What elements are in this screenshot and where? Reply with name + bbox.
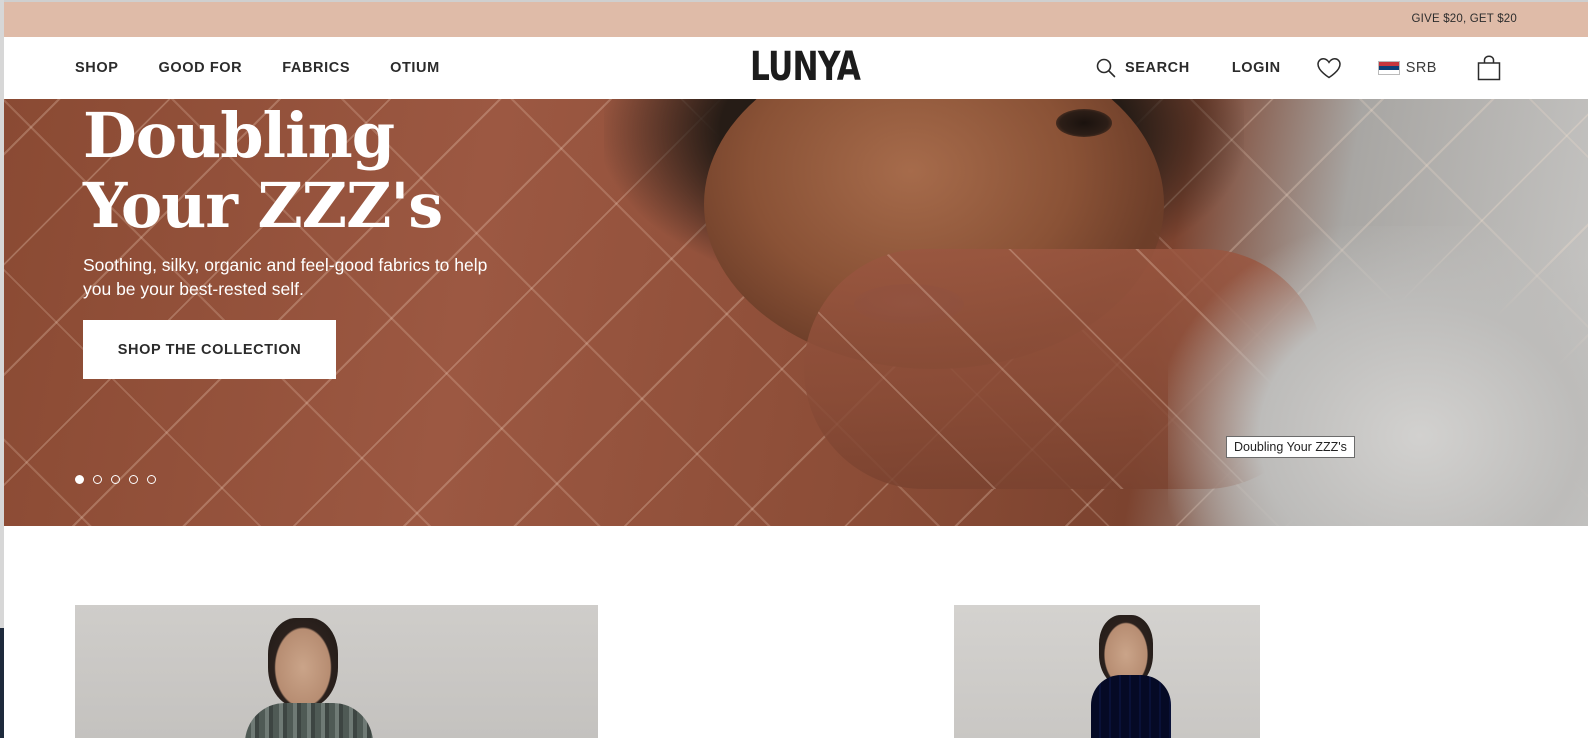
product-image-plaid-top [245,703,373,738]
promo-bar: GIVE $20, GET $20 [4,2,1588,37]
hero-title: Doubling Your ZZZ's [83,99,443,242]
product-card-1[interactable] [75,605,598,738]
window-frame-left-dark [0,628,4,738]
carousel-dots [75,475,156,484]
primary-nav: SHOP GOOD FOR FABRICS OTIUM [75,37,440,99]
product-image-model-head [268,618,338,708]
hero-image-eye [1056,109,1112,137]
search-button[interactable]: SEARCH [1096,58,1190,78]
carousel-dot-4[interactable] [129,475,138,484]
carousel-dot-3[interactable] [111,475,120,484]
carousel-dot-2[interactable] [93,475,102,484]
product-image-navy-plaid-shirt [1091,675,1171,738]
hero-subtitle: Soothing, silky, organic and feel-good f… [83,255,488,299]
nav-fabrics[interactable]: FABRICS [282,60,350,76]
utility-nav: SEARCH LOGIN SRB [1096,37,1501,99]
search-label: SEARCH [1125,60,1190,76]
hero-title-line-2: Your ZZZ's [83,169,443,242]
nav-good-for[interactable]: GOOD FOR [159,60,243,76]
heart-icon [1317,58,1341,79]
login-link[interactable]: LOGIN [1232,60,1281,76]
carousel-dot-1[interactable] [75,475,84,484]
search-icon [1096,58,1116,78]
hero-image-knit-blanket [1168,226,1588,526]
serbia-flag-icon [1377,61,1400,75]
cart-button[interactable] [1477,55,1501,81]
site-header: SHOP GOOD FOR FABRICS OTIUM LUNYA SEARCH… [4,37,1588,99]
wishlist-button[interactable] [1316,57,1342,79]
promo-referral-link[interactable]: GIVE $20, GET $20 [1412,13,1517,25]
shopping-bag-icon [1477,55,1501,81]
hero-title-line-1: Doubling [83,99,395,172]
country-code: SRB [1405,60,1437,76]
country-selector[interactable]: SRB [1377,60,1437,76]
site-logo[interactable]: LUNYA [750,44,861,90]
carousel-dot-5[interactable] [147,475,156,484]
shop-collection-button[interactable]: SHOP THE COLLECTION [83,320,336,379]
product-card-2[interactable] [954,605,1260,738]
hero-image-tooltip: Doubling Your ZZZ's [1226,436,1355,458]
nav-shop[interactable]: SHOP [75,60,119,76]
nav-otium[interactable]: OTIUM [390,60,440,76]
hero-banner[interactable]: Doubling Your ZZZ's Soothing, silky, org… [4,99,1588,526]
